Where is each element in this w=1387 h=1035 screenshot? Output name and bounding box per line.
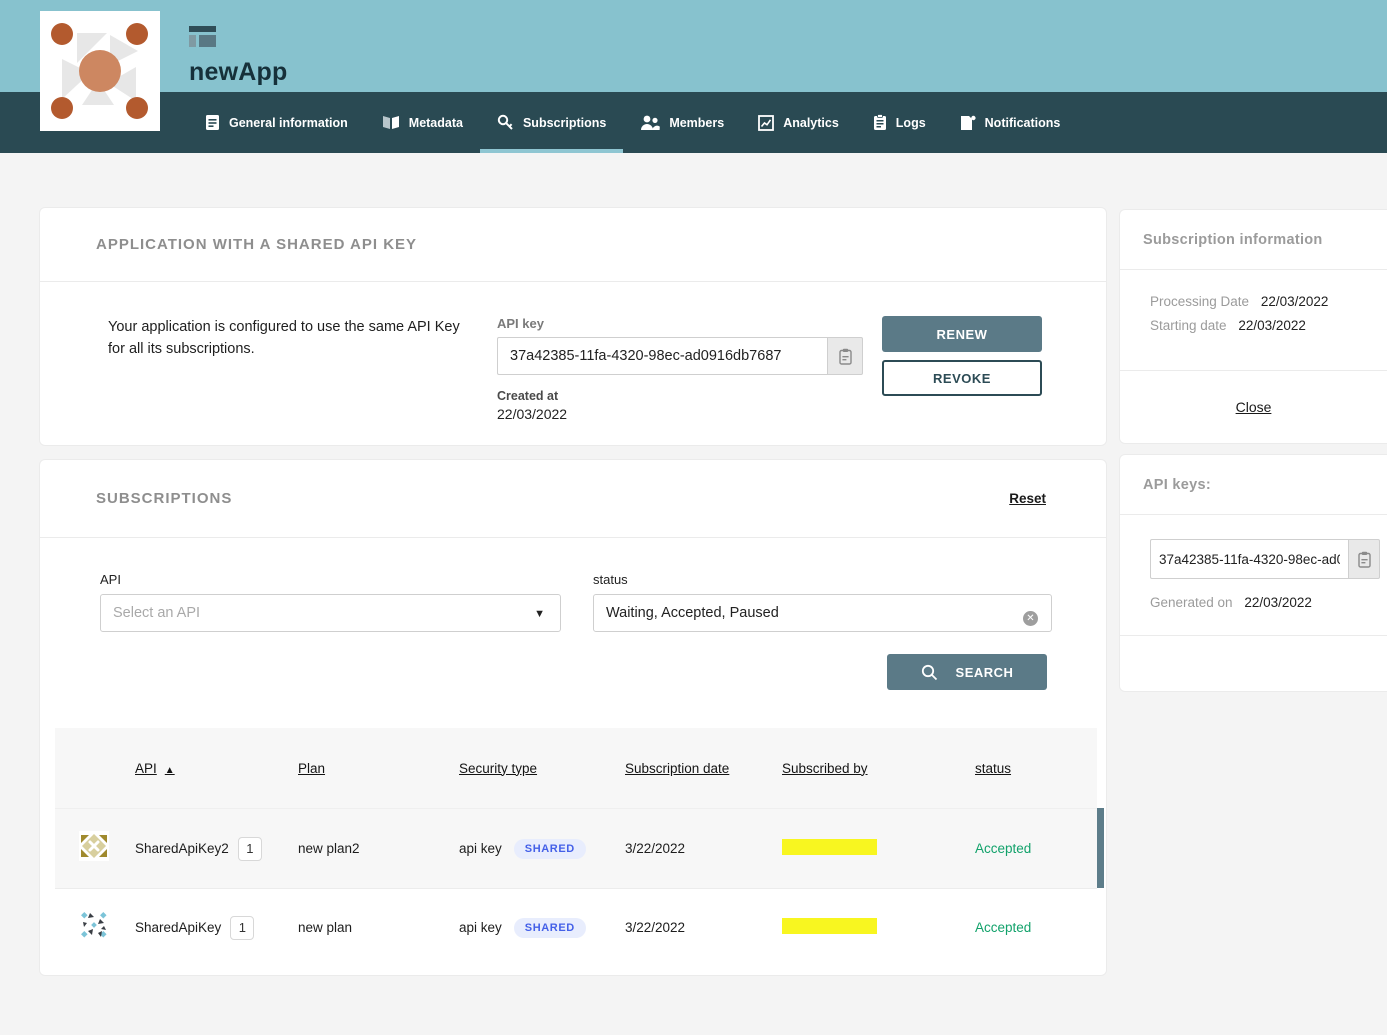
- api-count-badge: 1: [230, 916, 254, 940]
- tab-label: Notifications: [985, 116, 1061, 130]
- tab-metadata[interactable]: Metadata: [365, 92, 480, 153]
- api-filter-select[interactable]: [100, 594, 561, 632]
- clipboard-copy-icon: [839, 348, 852, 365]
- document-icon: [205, 114, 220, 131]
- created-at-label: Created at: [497, 389, 863, 403]
- tab-subscriptions[interactable]: Subscriptions: [480, 92, 623, 153]
- application-logo-image: [40, 11, 160, 131]
- processing-date-value: 22/03/2022: [1261, 294, 1329, 309]
- processing-date-row: Processing Date 22/03/2022: [1150, 294, 1387, 309]
- api-avatar: [79, 831, 109, 866]
- sidebar-copy-api-key-button[interactable]: [1348, 539, 1380, 579]
- subscription-date: 3/22/2022: [615, 841, 775, 856]
- app-title-block: newApp: [189, 26, 287, 87]
- chart-icon: [758, 115, 774, 131]
- shared-api-key-card-title: APPLICATION WITH A SHARED API KEY: [96, 236, 417, 253]
- subscription-date: 3/22/2022: [615, 920, 775, 935]
- app-navbar: General information Metadata Subscriptio…: [0, 92, 1387, 153]
- status-badge: Accepted: [935, 841, 1097, 856]
- status-filter-label: status: [593, 572, 1052, 587]
- application-window-icon: [189, 26, 216, 47]
- table-row[interactable]: SharedApiKey 1 new plan api key SHARED 3/2…: [55, 888, 1097, 966]
- generated-on-label: Generated on: [1150, 595, 1233, 610]
- tab-label: General information: [229, 116, 348, 130]
- status-filter-input[interactable]: [593, 594, 1052, 632]
- api-name: SharedApiKey2: [135, 841, 229, 856]
- tab-analytics[interactable]: Analytics: [741, 92, 856, 153]
- status-badge: Accepted: [935, 920, 1097, 935]
- api-count-badge: 1: [238, 837, 262, 861]
- api-keys-panel: API keys: Generated on 22/03/2022: [1120, 455, 1387, 691]
- tab-label: Metadata: [409, 116, 463, 130]
- api-key-input[interactable]: [497, 337, 827, 375]
- tab-notifications[interactable]: Notifications: [943, 92, 1078, 153]
- copy-api-key-button[interactable]: [827, 337, 863, 375]
- column-header-status[interactable]: status: [935, 761, 1097, 776]
- tab-label: Analytics: [783, 116, 839, 130]
- search-button-label: SEARCH: [956, 665, 1014, 680]
- close-link[interactable]: Close: [1236, 399, 1272, 415]
- shared-badge: SHARED: [514, 839, 586, 859]
- tab-label: Members: [669, 116, 724, 130]
- subscription-information-panel: Subscription information Processing Date…: [1120, 210, 1387, 443]
- tab-logs[interactable]: Logs: [856, 92, 943, 153]
- api-filter-label: API: [100, 572, 561, 587]
- api-avatar: [79, 910, 109, 945]
- subscriptions-table: API▲ Plan Security type Subscription dat…: [55, 728, 1097, 966]
- starting-date-label: Starting date: [1150, 318, 1227, 333]
- page-title: newApp: [189, 58, 287, 87]
- security-type: api key: [459, 920, 502, 935]
- tab-members[interactable]: Members: [623, 92, 741, 153]
- subscriptions-card-title: SUBSCRIPTIONS: [96, 490, 232, 507]
- plan-name: new plan2: [293, 841, 455, 856]
- processing-date-label: Processing Date: [1150, 294, 1249, 309]
- table-header-row: API▲ Plan Security type Subscription dat…: [55, 728, 1097, 808]
- api-keys-title: API keys:: [1120, 455, 1387, 515]
- renew-button[interactable]: RENEW: [882, 316, 1042, 352]
- tab-label: Logs: [896, 116, 926, 130]
- book-icon: [382, 115, 400, 130]
- security-type: api key: [459, 841, 502, 856]
- reset-link[interactable]: Reset: [1009, 491, 1046, 506]
- api-name: SharedApiKey: [135, 920, 221, 935]
- tab-general-information[interactable]: General information: [188, 92, 365, 153]
- table-scrollbar[interactable]: [1097, 808, 1104, 888]
- starting-date-value: 22/03/2022: [1238, 318, 1306, 333]
- clipboard-icon: [873, 114, 887, 131]
- subscription-information-title: Subscription information: [1120, 210, 1387, 270]
- column-header-plan[interactable]: Plan: [293, 761, 455, 776]
- api-key-label: API key: [497, 316, 863, 331]
- shared-api-key-card: APPLICATION WITH A SHARED API KEY Your a…: [40, 208, 1106, 445]
- key-icon: [497, 114, 514, 131]
- shared-key-description: Your application is configured to use th…: [108, 316, 476, 422]
- search-icon: [921, 664, 938, 681]
- shared-badge: SHARED: [514, 918, 586, 938]
- api-avatar-image-gold: [79, 831, 109, 861]
- generated-on-value: 22/03/2022: [1244, 595, 1312, 610]
- api-avatar-image-teal: [79, 910, 109, 940]
- clipboard-copy-icon: [1358, 551, 1371, 568]
- clear-status-icon[interactable]: ✕: [1023, 611, 1038, 626]
- column-header-subscribed-by[interactable]: Subscribed by: [775, 761, 935, 776]
- column-header-subscription-date[interactable]: Subscription date: [615, 761, 775, 776]
- column-header-security-type[interactable]: Security type: [455, 761, 615, 776]
- application-logo: [40, 11, 160, 131]
- generated-on-row: Generated on 22/03/2022: [1150, 595, 1387, 610]
- sidebar-api-key-input[interactable]: [1150, 539, 1348, 579]
- people-icon: [640, 115, 660, 130]
- tab-label: Subscriptions: [523, 116, 606, 130]
- subscribed-by-redacted: [782, 839, 877, 855]
- page-dot-icon: [960, 115, 976, 131]
- table-row[interactable]: SharedApiKey2 1 new plan2 api key SHARED 3…: [55, 808, 1097, 888]
- column-header-api[interactable]: API▲: [133, 761, 293, 776]
- subscribed-by-redacted: [782, 918, 877, 934]
- sort-ascending-icon[interactable]: ▲: [165, 765, 175, 776]
- search-button[interactable]: SEARCH: [887, 654, 1047, 690]
- revoke-button[interactable]: REVOKE: [882, 360, 1042, 396]
- created-at-value: 22/03/2022: [497, 406, 863, 422]
- starting-date-row: Starting date 22/03/2022: [1150, 318, 1387, 333]
- plan-name: new plan: [293, 920, 455, 935]
- subscriptions-card: SUBSCRIPTIONS Reset API ▼ status ✕ SEARC…: [40, 460, 1106, 975]
